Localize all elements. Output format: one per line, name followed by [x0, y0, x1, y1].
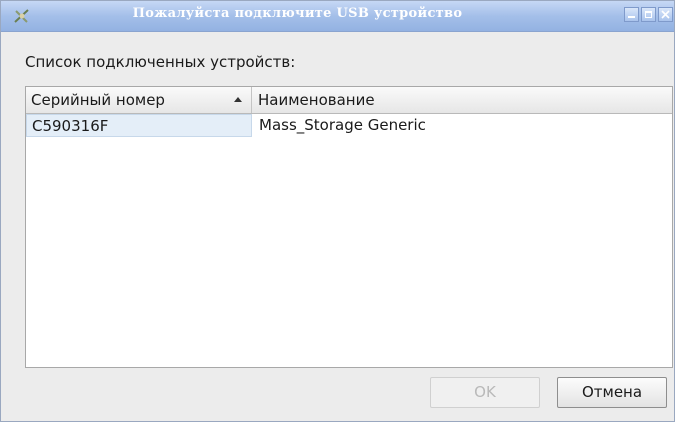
close-icon[interactable]	[658, 7, 673, 22]
minimize-icon[interactable]	[624, 7, 639, 22]
sort-ascending-icon	[234, 97, 242, 102]
usb-app-icon	[12, 7, 32, 25]
table-row[interactable]: C590316F Mass_Storage Generic	[26, 114, 672, 137]
device-table[interactable]: Серийный номер Наименование C590316F Mas…	[25, 86, 673, 368]
column-header-serial[interactable]: Серийный номер	[26, 87, 252, 113]
cancel-button[interactable]: Отмена	[557, 377, 667, 408]
device-list-label: Список подключенных устройств:	[25, 53, 296, 71]
window-title: Пожалуйста подключите USB устройство	[132, 6, 463, 21]
column-header-name[interactable]: Наименование	[252, 87, 672, 113]
title-bar[interactable]: Пожалуйста подключите USB устройство	[1, 1, 674, 32]
maximize-icon[interactable]	[641, 7, 656, 22]
column-header-name-label: Наименование	[258, 91, 375, 109]
cell-serial[interactable]: C590316F	[26, 114, 252, 137]
table-header: Серийный номер Наименование	[26, 87, 672, 114]
usb-dialog-window: Пожалуйста подключите USB устройство Спи…	[0, 0, 675, 422]
column-header-serial-label: Серийный номер	[31, 91, 165, 109]
cell-name[interactable]: Mass_Storage Generic	[252, 114, 672, 137]
ok-button[interactable]: OK	[430, 377, 540, 408]
